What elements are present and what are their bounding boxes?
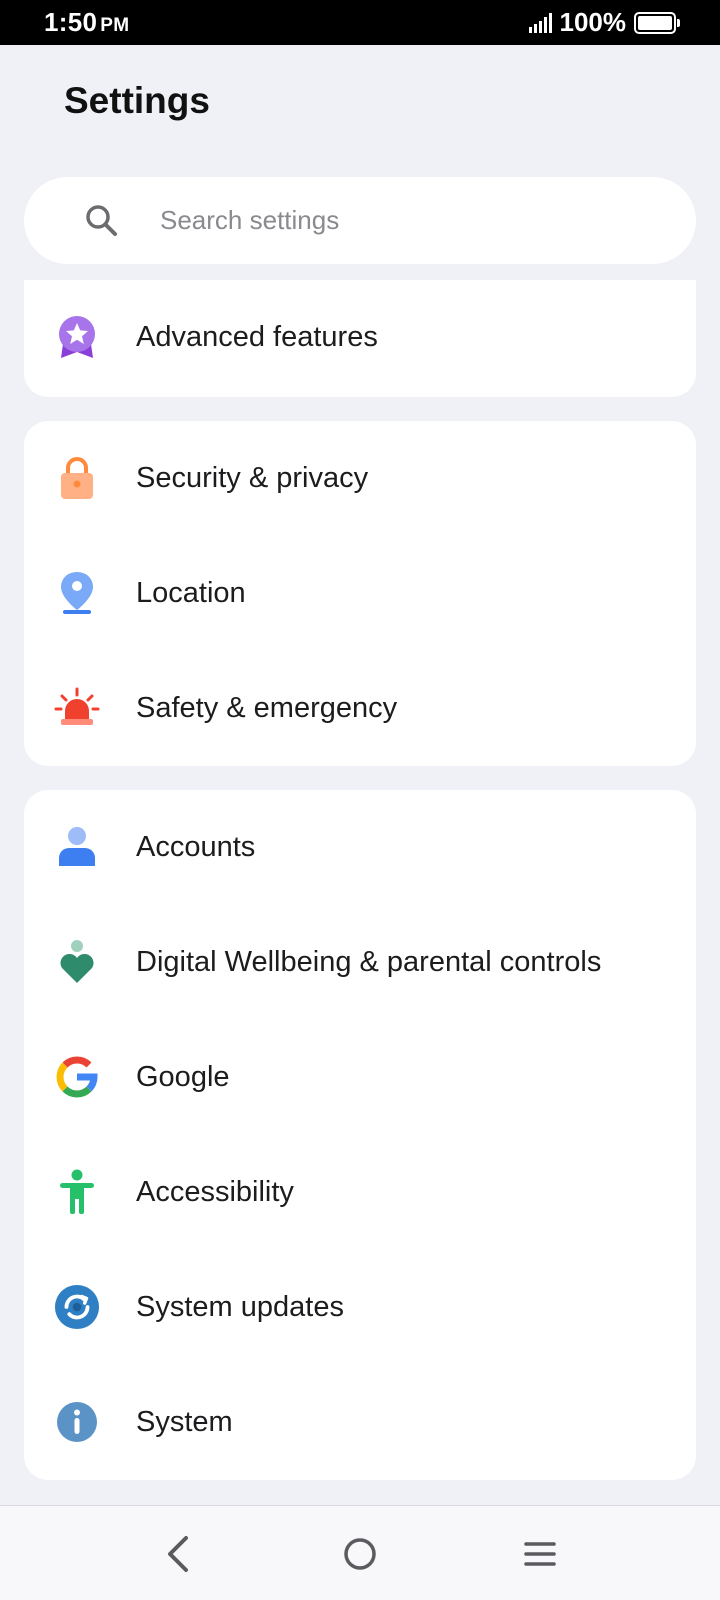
settings-group-security: Security & privacy Location Safety & eme…	[24, 421, 696, 766]
battery-percent: 100%	[559, 7, 627, 37]
location-pin-icon	[54, 570, 100, 616]
item-label: System	[136, 1406, 233, 1438]
menu-icon[interactable]	[516, 1530, 564, 1578]
home-icon[interactable]	[336, 1530, 384, 1578]
search-bar[interactable]: Search settings	[24, 177, 696, 264]
battery-icon	[634, 11, 680, 34]
item-label: Digital Wellbeing & parental controls	[136, 946, 602, 978]
settings-group-features: Advanced features	[24, 280, 696, 397]
system-update-icon	[54, 1284, 100, 1330]
account-person-icon	[54, 824, 100, 870]
settings-item-location[interactable]: Location	[24, 536, 696, 651]
settings-item-safety-emergency[interactable]: Safety & emergency	[24, 651, 696, 766]
signal-icon	[528, 12, 552, 33]
item-label: System updates	[136, 1291, 344, 1323]
item-label: Advanced features	[136, 321, 378, 353]
settings-group-accounts: Accounts Digital Wellbeing & parental co…	[24, 790, 696, 1480]
item-label: Location	[136, 577, 246, 609]
search-input[interactable]: Search settings	[160, 177, 339, 264]
item-label: Safety & emergency	[136, 692, 398, 724]
navigation-bar	[0, 1505, 720, 1600]
info-icon	[54, 1399, 100, 1445]
google-g-icon	[54, 1054, 100, 1100]
item-label: Security & privacy	[136, 462, 369, 494]
status-bar: 1:50 PM 100%	[0, 0, 720, 45]
status-time: 1:50 PM	[44, 7, 129, 38]
item-label: Accessibility	[136, 1176, 294, 1208]
page-title: Settings	[64, 80, 210, 121]
item-label: Accounts	[136, 831, 256, 863]
search-icon	[86, 205, 117, 236]
settings-item-system-updates[interactable]: System updates	[24, 1250, 696, 1365]
lock-icon	[54, 455, 100, 501]
advanced-features-icon	[54, 314, 100, 360]
status-time-ampm: PM	[100, 15, 130, 36]
settings-item-advanced-features[interactable]: Advanced features	[24, 280, 696, 395]
settings-item-google[interactable]: Google	[24, 1020, 696, 1135]
status-time-value: 1:50	[44, 7, 98, 37]
settings-item-security-privacy[interactable]: Security & privacy	[24, 421, 696, 536]
item-label: Google	[136, 1061, 230, 1093]
status-indicators: 100%	[528, 7, 680, 38]
settings-item-accessibility[interactable]: Accessibility	[24, 1135, 696, 1250]
back-icon[interactable]	[156, 1530, 204, 1578]
accessibility-person-icon	[54, 1169, 100, 1215]
settings-item-system[interactable]: System	[24, 1365, 696, 1480]
emergency-alarm-icon	[54, 685, 100, 731]
wellbeing-heart-icon	[54, 939, 100, 985]
settings-item-digital-wellbeing[interactable]: Digital Wellbeing & parental controls	[24, 905, 696, 1020]
settings-item-accounts[interactable]: Accounts	[24, 790, 696, 905]
